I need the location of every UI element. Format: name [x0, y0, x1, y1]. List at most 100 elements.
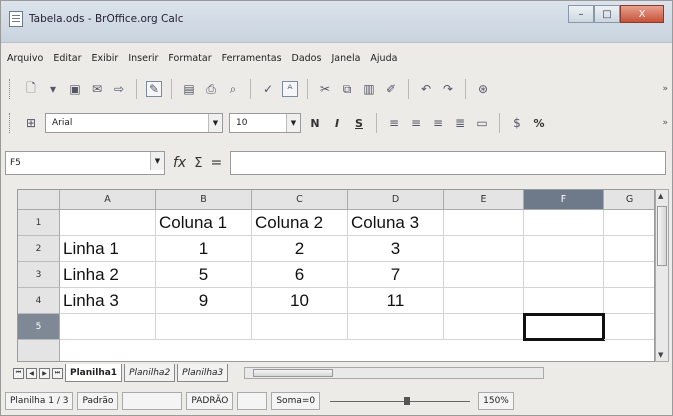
cell-c5[interactable] [252, 314, 348, 340]
cut-icon[interactable]: ✂ [317, 81, 333, 97]
function-wizard-icon[interactable]: fx [173, 155, 186, 171]
menu-editar[interactable]: Editar [53, 53, 81, 64]
active-cell-f5[interactable] [523, 313, 605, 341]
minimize-button[interactable]: – [568, 5, 594, 23]
paste-icon[interactable]: ▥ [361, 81, 377, 97]
page-style[interactable]: Padrão [77, 392, 119, 410]
cell-f1[interactable] [524, 210, 604, 236]
cell-d2[interactable]: 3 [348, 236, 444, 262]
cell-a5[interactable] [60, 314, 156, 340]
cell-e4[interactable] [444, 288, 524, 314]
menu-dados[interactable]: Dados [292, 53, 322, 64]
cell-a4[interactable]: Linha 3 [60, 288, 156, 314]
toolbar-grip[interactable] [9, 113, 12, 133]
row-header[interactable] [18, 340, 60, 361]
open-icon[interactable]: ▾ [45, 81, 61, 97]
cell-a3[interactable]: Linha 2 [60, 262, 156, 288]
cell-c4[interactable]: 10 [252, 288, 348, 314]
menu-janela[interactable]: Janela [331, 53, 360, 64]
cell-f2[interactable] [524, 236, 604, 262]
hscroll-thumb[interactable] [253, 369, 334, 377]
cell-b1[interactable]: Coluna 1 [156, 210, 252, 236]
cell-a2[interactable]: Linha 1 [60, 236, 156, 262]
menu-formatar[interactable]: Formatar [168, 53, 211, 64]
column-header-a[interactable]: A [60, 190, 156, 210]
row-header[interactable]: 2 [18, 236, 60, 262]
new-document-icon[interactable]: 🗋 [23, 81, 39, 97]
toolbar-overflow-icon[interactable]: » [662, 84, 668, 94]
tab-planilha1[interactable]: Planilha1 [65, 364, 123, 382]
cell-b5[interactable] [156, 314, 252, 340]
autospell-icon[interactable]: ᴬ [282, 81, 298, 97]
cell-d4[interactable]: 11 [348, 288, 444, 314]
italic-button[interactable]: I [329, 115, 345, 131]
zoom-knob[interactable] [404, 397, 411, 405]
cell-e3[interactable] [444, 262, 524, 288]
zoom-level[interactable]: 150% [478, 392, 514, 410]
select-all-corner[interactable] [18, 190, 60, 210]
vertical-scrollbar[interactable]: ▲ ▼ [655, 189, 669, 362]
toolbar-grip[interactable] [9, 79, 12, 99]
maximize-button[interactable]: □ [594, 5, 620, 23]
chevron-down-icon[interactable]: ▼ [286, 114, 300, 132]
close-button[interactable]: X [620, 5, 664, 23]
row-header[interactable]: 1 [18, 210, 60, 236]
cell-d5[interactable] [348, 314, 444, 340]
horizontal-scrollbar[interactable] [244, 367, 545, 379]
cell-d1[interactable]: Coluna 3 [348, 210, 444, 236]
edit-mode-icon[interactable]: ✎ [146, 81, 162, 97]
cell-g3[interactable] [604, 262, 654, 288]
column-header-g[interactable]: G [604, 190, 654, 210]
cell-e2[interactable] [444, 236, 524, 262]
column-header-c[interactable]: C [252, 190, 348, 210]
menu-exibir[interactable]: Exibir [92, 53, 119, 64]
undo-icon[interactable]: ↶ [418, 81, 434, 97]
print-icon[interactable]: ⎙ [203, 81, 219, 97]
column-header-e[interactable]: E [444, 190, 524, 210]
currency-icon[interactable]: $ [509, 115, 525, 131]
print-preview-icon[interactable]: ⌕ [225, 81, 241, 97]
formula-input[interactable] [230, 151, 666, 175]
align-center-icon[interactable]: ≡ [408, 115, 424, 131]
cell-c1[interactable]: Coluna 2 [252, 210, 348, 236]
cell-c2[interactable]: 2 [252, 236, 348, 262]
cell-b4[interactable]: 9 [156, 288, 252, 314]
cell-g2[interactable] [604, 236, 654, 262]
cell-g4[interactable] [604, 288, 654, 314]
justify-icon[interactable]: ≣ [452, 115, 468, 131]
column-header-f[interactable]: F [524, 190, 604, 210]
hyperlink-icon[interactable]: ⊛ [475, 81, 491, 97]
font-name-select[interactable]: Arial ▼ [45, 113, 223, 133]
cell-g1[interactable] [604, 210, 654, 236]
merge-cells-icon[interactable]: ▭ [474, 115, 490, 131]
row-header[interactable]: 4 [18, 288, 60, 314]
cell-e5[interactable] [444, 314, 524, 340]
prev-sheet-icon[interactable]: ◀ [26, 367, 37, 379]
scroll-up-icon[interactable]: ▲ [658, 192, 663, 200]
underline-button[interactable]: S [351, 115, 367, 131]
save-icon[interactable]: ▣ [67, 81, 83, 97]
last-sheet-icon[interactable]: ⏭ [52, 367, 63, 379]
export-pdf-icon[interactable]: ▤ [181, 81, 197, 97]
cell-g5[interactable] [604, 314, 654, 340]
chevron-down-icon[interactable]: ▼ [208, 114, 222, 132]
align-right-icon[interactable]: ≡ [430, 115, 446, 131]
mail-icon[interactable]: ⇨ [111, 81, 127, 97]
toolbar-overflow-icon[interactable]: » [662, 118, 668, 128]
styles-icon[interactable]: ⊞ [23, 115, 39, 131]
next-sheet-icon[interactable]: ▶ [39, 367, 50, 379]
first-sheet-icon[interactable]: ⏮ [13, 367, 24, 379]
align-left-icon[interactable]: ≡ [386, 115, 402, 131]
menu-ferramentas[interactable]: Ferramentas [222, 53, 282, 64]
insert-mode[interactable]: PADRÃO [186, 392, 234, 410]
cell-f3[interactable] [524, 262, 604, 288]
percent-button[interactable]: % [531, 115, 547, 131]
cell-b3[interactable]: 5 [156, 262, 252, 288]
cell-b2[interactable]: 1 [156, 236, 252, 262]
cell-c3[interactable]: 6 [252, 262, 348, 288]
chevron-down-icon[interactable]: ▼ [150, 152, 164, 170]
spellcheck-icon[interactable]: ✓ [260, 81, 276, 97]
column-header-d[interactable]: D [348, 190, 444, 210]
email-icon[interactable]: ✉ [89, 81, 105, 97]
cell-d3[interactable]: 7 [348, 262, 444, 288]
